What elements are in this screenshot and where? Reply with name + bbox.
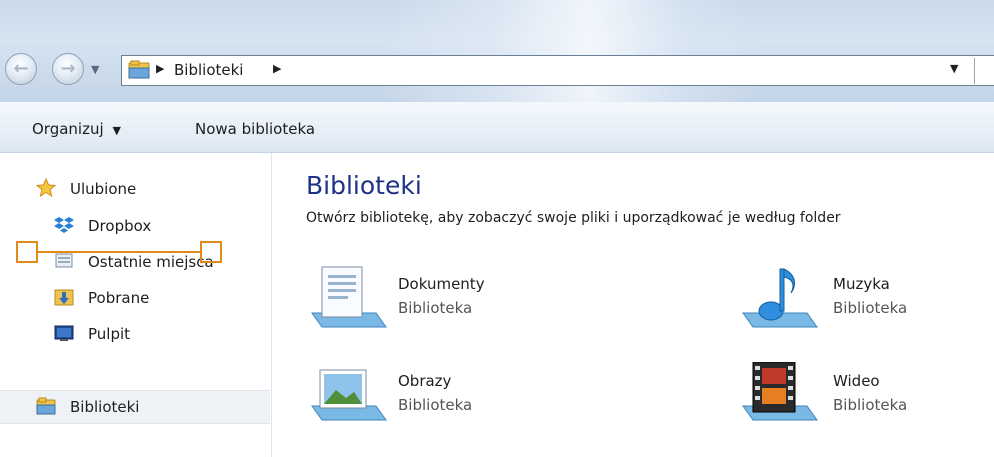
pictures-library-icon bbox=[311, 369, 387, 421]
sidebar-item-label: Pobrane bbox=[88, 289, 150, 307]
library-type: Biblioteka bbox=[398, 299, 473, 317]
organize-label: Organizuj bbox=[32, 120, 104, 138]
library-video[interactable]: Wideo Biblioteka bbox=[741, 362, 994, 432]
back-arrow-icon: ← bbox=[13, 58, 29, 79]
annotation-end-marker bbox=[200, 241, 222, 263]
documents-library-icon bbox=[311, 266, 387, 328]
address-bar[interactable]: ▶ Biblioteki ▶ ▼ bbox=[121, 55, 994, 86]
forward-button[interactable]: → bbox=[52, 53, 84, 85]
forward-arrow-icon: → bbox=[60, 58, 76, 79]
library-music[interactable]: Muzyka Biblioteka bbox=[741, 265, 994, 335]
back-button[interactable]: ← bbox=[5, 53, 37, 85]
library-name: Dokumenty bbox=[398, 275, 485, 293]
library-pictures[interactable]: Obrazy Biblioteka bbox=[306, 362, 606, 432]
sidebar-item-label: Dropbox bbox=[88, 217, 152, 235]
annotation-connector-line bbox=[38, 251, 200, 253]
sidebar-item-libraries[interactable]: Biblioteki bbox=[0, 390, 270, 424]
sidebar-item-label: Ostatnie miejsca bbox=[88, 253, 214, 271]
library-name: Obrazy bbox=[398, 372, 452, 390]
star-icon bbox=[36, 178, 56, 198]
music-library-icon bbox=[742, 268, 818, 328]
navigation-pane: Ulubione Dropbox Ostatnie miejsca Pobran… bbox=[0, 153, 272, 457]
libraries-folder-icon bbox=[128, 60, 150, 79]
new-library-button[interactable]: Nowa biblioteka bbox=[195, 120, 315, 138]
chevron-down-icon: ▼ bbox=[112, 124, 121, 137]
favorites-label: Ulubione bbox=[70, 180, 137, 198]
library-type: Biblioteka bbox=[398, 396, 473, 414]
recent-places-icon bbox=[55, 253, 73, 268]
sidebar-item-label: Biblioteki bbox=[70, 398, 140, 416]
library-type: Biblioteka bbox=[833, 396, 908, 414]
annotation-start-marker bbox=[16, 241, 38, 263]
breadcrumb-arrow-icon[interactable]: ▶ bbox=[156, 62, 164, 75]
library-type: Biblioteka bbox=[833, 299, 908, 317]
libraries-folder-icon bbox=[36, 397, 56, 415]
window-titlebar: ← → ▼ ▶ Biblioteki ▶ ▼ bbox=[0, 0, 994, 102]
library-name: Muzyka bbox=[833, 275, 890, 293]
sidebar-item-label: Pulpit bbox=[88, 325, 131, 343]
dropbox-icon bbox=[54, 217, 74, 233]
page-subtitle: Otwórz bibliotekę, aby zobaczyć swoje pl… bbox=[306, 210, 841, 226]
page-title: Biblioteki bbox=[306, 171, 422, 200]
desktop-icon bbox=[54, 325, 74, 341]
library-name: Wideo bbox=[833, 372, 880, 390]
breadcrumb-arrow-icon[interactable]: ▶ bbox=[273, 62, 281, 75]
breadcrumb-libraries[interactable]: Biblioteki bbox=[174, 61, 243, 79]
address-dropdown-icon[interactable]: ▼ bbox=[950, 62, 958, 75]
command-bar: Organizuj ▼ Nowa biblioteka bbox=[0, 102, 994, 153]
recent-pages-dropdown[interactable]: ▼ bbox=[91, 63, 99, 76]
organize-button[interactable]: Organizuj ▼ bbox=[32, 120, 121, 138]
downloads-folder-icon bbox=[54, 289, 74, 306]
video-library-icon bbox=[742, 362, 818, 421]
address-separator bbox=[974, 58, 975, 84]
library-documents[interactable]: Dokumenty Biblioteka bbox=[306, 265, 606, 335]
